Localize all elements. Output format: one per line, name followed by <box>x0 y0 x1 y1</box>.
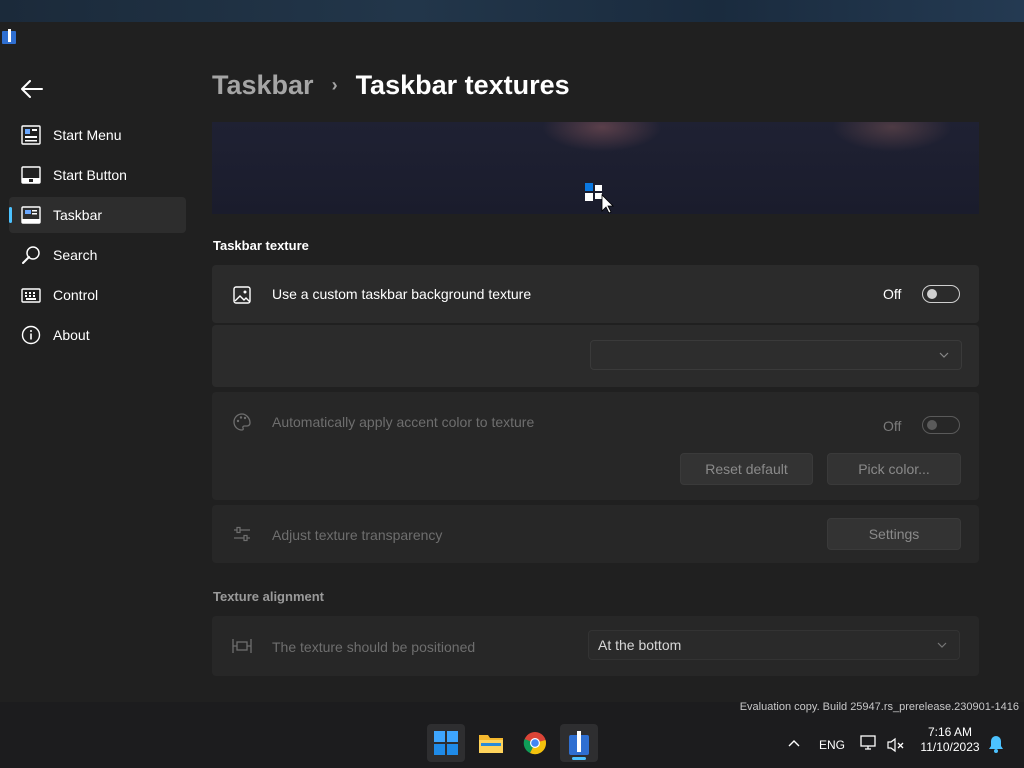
pick-color-button[interactable]: Pick color... <box>827 453 961 485</box>
breadcrumb: Taskbar › Taskbar textures <box>212 70 570 101</box>
sidebar-item-control[interactable]: Control <box>9 277 186 313</box>
taskbar-app-active[interactable] <box>560 724 598 762</box>
back-button[interactable] <box>18 77 46 101</box>
taskbar-start-button[interactable] <box>427 724 465 762</box>
section-title-texture: Taskbar texture <box>213 238 309 253</box>
app-logo-icon <box>2 29 16 44</box>
info-icon <box>21 325 41 345</box>
accent-color-toggle[interactable] <box>922 416 960 434</box>
clock-date: 11/10/2023 <box>920 740 980 754</box>
taskbar-chrome[interactable] <box>516 724 554 762</box>
sliders-icon <box>234 526 250 542</box>
reset-default-button[interactable]: Reset default <box>680 453 813 485</box>
texture-select[interactable] <box>590 340 962 370</box>
keyboard-icon <box>21 285 41 305</box>
chevron-down-icon <box>939 352 949 358</box>
custom-texture-label: Use a custom taskbar background texture <box>272 286 532 302</box>
alignment-select[interactable]: At the bottom <box>588 630 960 660</box>
start-button-icon <box>21 165 41 185</box>
evaluation-watermark: Evaluation copy. Build 25947.rs_prerelea… <box>739 701 1019 713</box>
texture-preview <box>212 122 979 214</box>
search-icon <box>21 245 41 265</box>
sidebar-item-start-button[interactable]: Start Button <box>9 157 186 193</box>
network-icon[interactable] <box>860 735 878 751</box>
settings-window: Start Menu Start Button Taskbar Search C… <box>0 22 1024 702</box>
image-icon <box>233 286 251 304</box>
app-logo-icon <box>569 731 589 755</box>
windows-start-icon <box>434 731 458 755</box>
system-clock[interactable]: 7:16 AM 11/10/2023 <box>914 725 986 755</box>
taskbar-icon <box>21 205 41 225</box>
custom-texture-toggle-state: Off <box>883 286 902 302</box>
breadcrumb-separator: › <box>331 75 338 95</box>
windows-logo-icon <box>585 183 614 214</box>
preview-glow <box>832 122 952 152</box>
palette-icon <box>233 413 251 431</box>
alignment-row: The texture should be positioned At the … <box>212 616 979 676</box>
accent-color-row: Automatically apply accent color to text… <box>212 392 979 500</box>
taskbar-file-explorer[interactable] <box>472 724 510 762</box>
alignment-select-value: At the bottom <box>598 637 682 653</box>
sidebar-item-label: Taskbar <box>53 207 103 223</box>
sidebar-item-start-menu[interactable]: Start Menu <box>9 117 186 153</box>
chevron-up-icon[interactable] <box>788 739 800 747</box>
transparency-row: Adjust texture transparency Settings <box>212 505 979 563</box>
custom-texture-row: Use a custom taskbar background texture … <box>212 265 979 323</box>
texture-select-row <box>212 325 979 387</box>
preview-glow <box>542 122 662 152</box>
start-menu-icon <box>21 125 41 145</box>
desktop-background-strip <box>0 0 1024 22</box>
align-center-icon <box>232 639 252 653</box>
folder-icon <box>479 735 503 753</box>
chevron-down-icon <box>937 642 947 648</box>
notification-bell-icon[interactable] <box>988 735 1004 753</box>
section-title-alignment: Texture alignment <box>213 589 325 604</box>
transparency-settings-button[interactable]: Settings <box>827 518 961 550</box>
accent-color-label: Automatically apply accent color to text… <box>272 414 535 430</box>
sidebar-item-label: About <box>53 327 90 343</box>
sidebar-item-about[interactable]: About <box>9 317 186 353</box>
page-title: Taskbar textures <box>355 70 570 100</box>
accent-toggle-state: Off <box>883 418 902 434</box>
sidebar-item-label: Start Menu <box>53 127 122 143</box>
clock-time: 7:16 AM <box>927 725 973 739</box>
volume-muted-icon[interactable] <box>887 737 905 753</box>
sidebar-item-search[interactable]: Search <box>9 237 186 273</box>
sidebar-item-taskbar[interactable]: Taskbar <box>9 197 186 233</box>
chrome-icon <box>523 732 546 755</box>
alignment-label: The texture should be positioned <box>272 639 476 655</box>
transparency-label: Adjust texture transparency <box>272 527 443 543</box>
custom-texture-toggle[interactable] <box>922 285 960 303</box>
sidebar-item-label: Control <box>53 287 99 303</box>
sidebar-item-label: Search <box>53 247 98 263</box>
back-arrow-icon <box>21 80 43 98</box>
sidebar-nav: Start Menu Start Button Taskbar Search C… <box>9 117 186 357</box>
sidebar-item-label: Start Button <box>53 167 127 183</box>
breadcrumb-parent[interactable]: Taskbar <box>212 70 314 101</box>
language-indicator[interactable]: ENG <box>819 738 845 752</box>
